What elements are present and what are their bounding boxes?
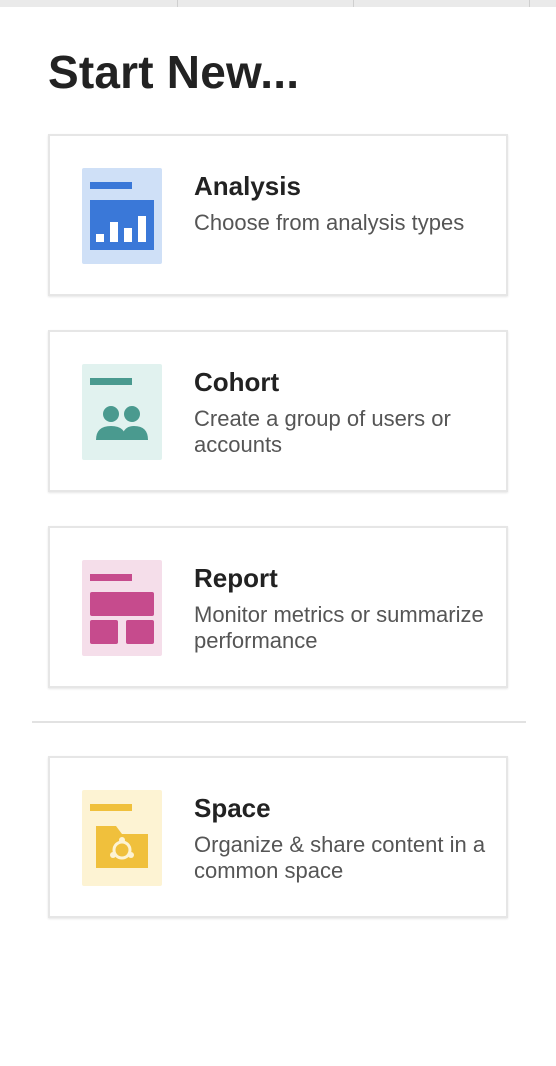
tab-divider	[177, 0, 178, 7]
top-tab-strip	[0, 0, 556, 7]
report-layout-icon	[82, 560, 162, 656]
space-option-title: Space	[194, 793, 271, 823]
users-group-icon	[82, 364, 162, 460]
analysis-option-description: Choose from analysis types	[194, 210, 465, 235]
cohort-option-card[interactable]: Cohort Create a group of users or accoun…	[48, 330, 508, 492]
tab-divider	[353, 0, 354, 7]
folder-icon	[82, 790, 162, 886]
space-option-card[interactable]: Space Organize & share content in a comm…	[48, 756, 508, 918]
page-title: Start New...	[48, 46, 300, 98]
section-divider	[32, 721, 526, 723]
report-option-card[interactable]: Report Monitor metrics or summarize perf…	[48, 526, 508, 688]
analysis-option-title: Analysis	[194, 171, 301, 201]
cohort-option-description: Create a group of users or accounts	[194, 406, 451, 457]
report-option-title: Report	[194, 563, 278, 593]
analysis-option-card[interactable]: Analysis Choose from analysis types	[48, 134, 508, 296]
report-option-description: Monitor metrics or summarize performance	[194, 602, 484, 653]
space-option-description: Organize & share content in a common spa…	[194, 832, 486, 883]
tab-divider	[529, 0, 530, 7]
cohort-option-title: Cohort	[194, 367, 280, 397]
analysis-chart-icon	[82, 168, 162, 264]
